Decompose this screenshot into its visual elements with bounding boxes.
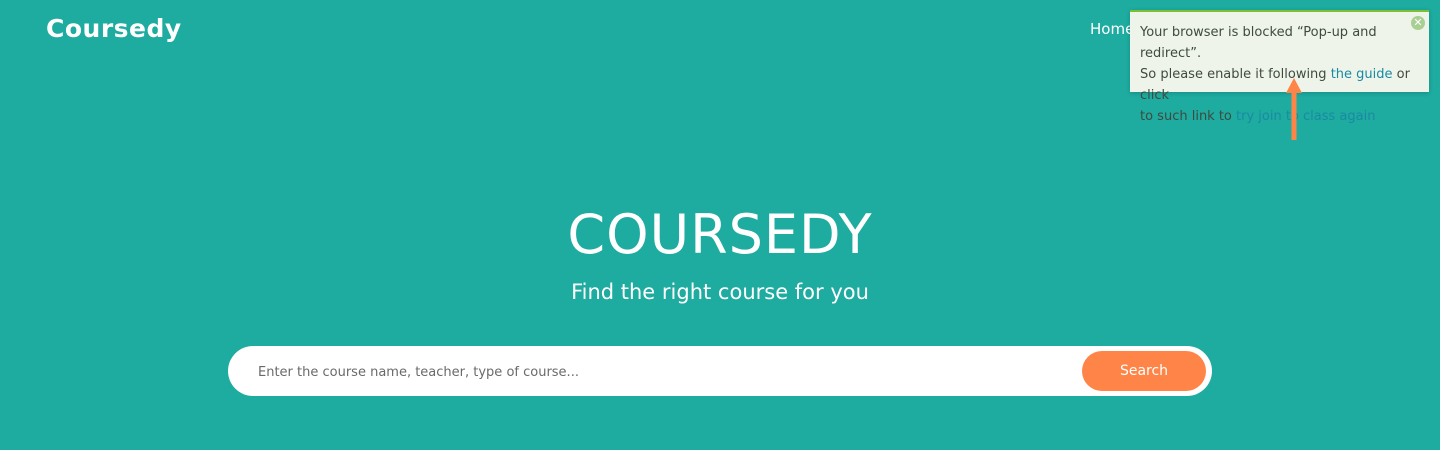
hero-subtitle: Find the right course for you [571,280,869,304]
retry-join-link[interactable]: try join to class again [1236,109,1375,124]
notification-line-3: to such link to try join to class again [1140,109,1376,124]
search-button[interactable]: Search [1082,351,1206,391]
popup-blocked-notification: ✕ Your browser is blocked “Pop-up and re… [1130,10,1429,124]
search-input[interactable] [256,346,1090,398]
guide-link[interactable]: the guide [1331,67,1393,82]
logo-text: Coursedy [46,14,182,43]
nav-home-link[interactable]: Home [1090,20,1134,38]
notification-line-1: Your browser is blocked “Pop-up and redi… [1140,25,1377,61]
arrow-up-icon [1286,78,1302,140]
course-search-bar: Search [228,346,1212,398]
hero-title: COURSEDY [567,203,873,266]
coursedy-logo[interactable]: Coursedy [46,14,182,43]
close-icon[interactable]: ✕ [1411,16,1425,30]
notification-line-2: So please enable it following the guide … [1140,67,1410,103]
